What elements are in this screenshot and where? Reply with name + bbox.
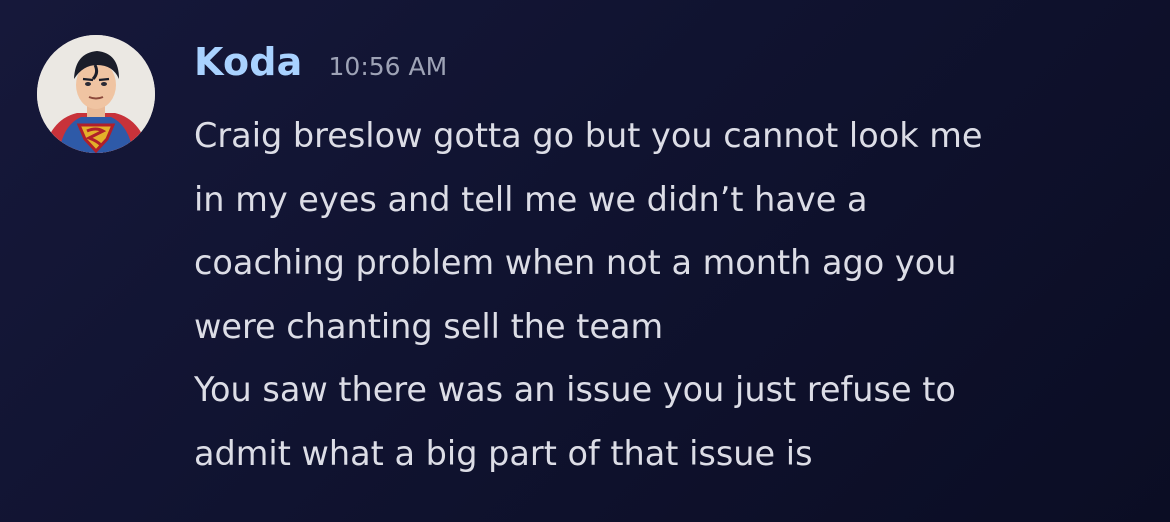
message-paragraph: You saw there was an issue you just refu… bbox=[194, 358, 1144, 485]
message-line: You saw there was an issue you just refu… bbox=[194, 370, 956, 409]
message-line: in my eyes and tell me we didn’t have a bbox=[194, 179, 868, 219]
user-avatar[interactable] bbox=[37, 35, 155, 153]
chat-message: Koda 10:56 AM Craig breslow gotta go but… bbox=[0, 0, 1170, 522]
message-paragraph: Craig breslow gotta go but you cannot lo… bbox=[194, 104, 1144, 358]
message-line: were chanting sell the team bbox=[194, 306, 664, 346]
username[interactable]: Koda bbox=[194, 40, 303, 84]
message-line: admit what a big part of that issue is bbox=[194, 433, 813, 473]
message-body: Craig breslow gotta go but you cannot lo… bbox=[194, 104, 1144, 485]
superman-avatar-icon bbox=[37, 35, 155, 153]
message-line: Craig breslow gotta go but you cannot lo… bbox=[194, 116, 983, 155]
message-header: Koda 10:56 AM bbox=[194, 40, 447, 96]
timestamp: 10:56 AM bbox=[328, 52, 448, 81]
message-line: coaching problem when not a month ago yo… bbox=[194, 243, 957, 282]
